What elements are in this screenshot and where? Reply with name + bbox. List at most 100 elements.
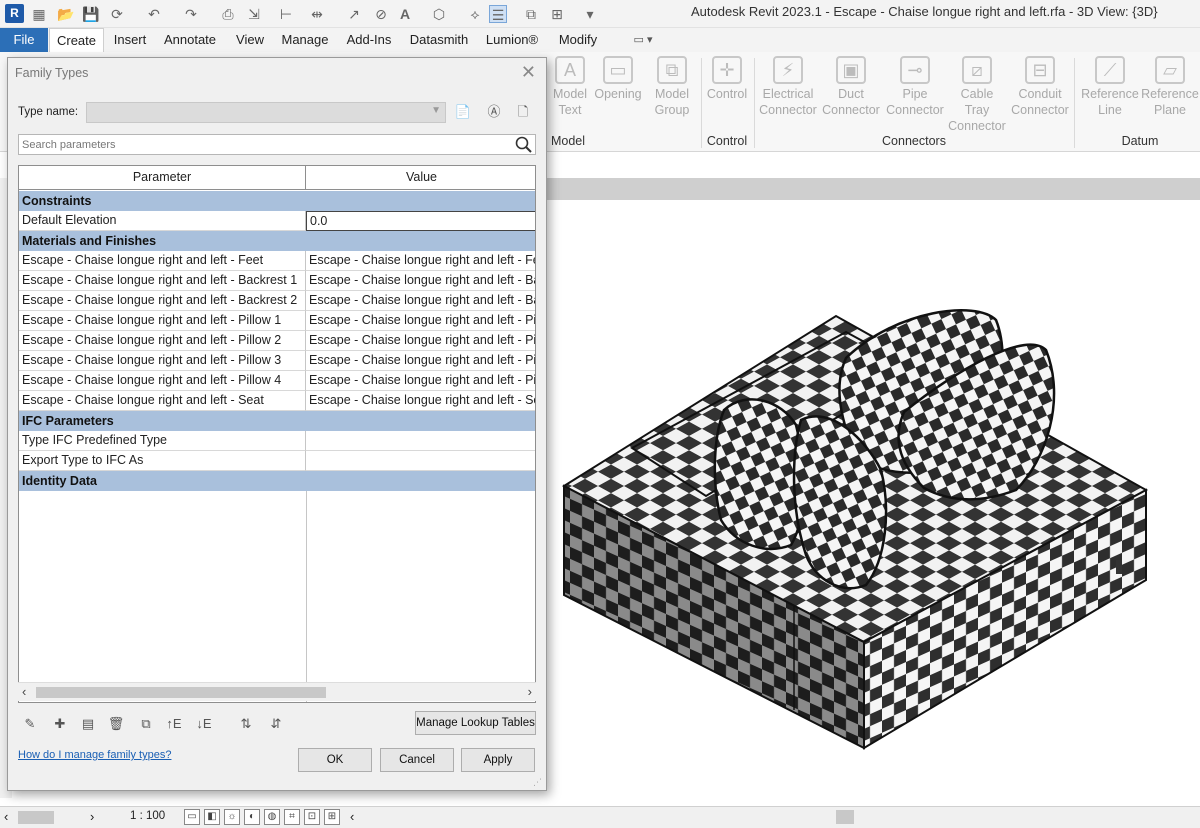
redo-icon[interactable]: ↷: [182, 5, 200, 23]
sort-ascending-icon[interactable]: ⇅: [236, 714, 256, 734]
render-icon[interactable]: ◍: [264, 809, 280, 825]
parameter-value-cell[interactable]: Escape - Chaise longue right and left - …: [306, 371, 535, 391]
parameter-row[interactable]: Export Type to IFC As: [19, 451, 535, 471]
print-icon[interactable]: ⎙: [219, 5, 237, 23]
browser-scroll-thumb[interactable]: [18, 811, 54, 824]
reference-plane-button[interactable]: ▱ Reference Plane: [1140, 56, 1200, 118]
visual-style-icon[interactable]: ◧: [204, 809, 220, 825]
dimension-icon[interactable]: ⇹: [308, 5, 326, 23]
copy-parameter-icon[interactable]: ⧉: [136, 714, 156, 734]
manage-lookup-tables-button[interactable]: Manage Lookup Tables: [415, 711, 536, 735]
close-icon[interactable]: ✕: [521, 62, 536, 83]
delete-parameter-icon[interactable]: 🗑: [106, 714, 126, 734]
control-button[interactable]: ✛ Control: [697, 56, 757, 102]
view-scroll-thumb[interactable]: [836, 810, 854, 824]
opening-button[interactable]: ▭ Opening: [588, 56, 648, 102]
leader-icon[interactable]: ⊘: [372, 5, 390, 23]
parameter-row[interactable]: Default Elevation 0.0: [19, 211, 535, 231]
help-link[interactable]: How do I manage family types?: [18, 749, 171, 761]
parameter-group-header[interactable]: IFC Parameters: [19, 411, 535, 431]
parameter-row[interactable]: Escape - Chaise longue right and left - …: [19, 271, 535, 291]
collapse-icon[interactable]: ‹: [350, 809, 354, 824]
sort-descending-icon[interactable]: ⇵: [266, 714, 286, 734]
revit-logo[interactable]: R: [5, 4, 24, 23]
column-header-parameter[interactable]: Parameter: [19, 166, 306, 190]
search-icon[interactable]: [514, 135, 534, 154]
open-icon[interactable]: 📂: [57, 5, 75, 23]
tab-annotate[interactable]: Annotate: [158, 28, 222, 52]
parameter-row[interactable]: Escape - Chaise longue right and left - …: [19, 351, 535, 371]
parameter-value-cell[interactable]: Escape - Chaise longue right and left - …: [306, 251, 535, 271]
scroll-left-icon[interactable]: ‹: [4, 809, 8, 824]
sun-path-icon[interactable]: ☼: [224, 809, 240, 825]
tab-add-ins[interactable]: Add-Ins: [341, 28, 397, 52]
scroll-right-icon[interactable]: ›: [528, 684, 532, 699]
measure-icon[interactable]: ⊢: [277, 5, 295, 23]
pipe-connector-button[interactable]: ⊸ Pipe Connector: [885, 56, 945, 118]
section-icon[interactable]: ⟡: [466, 5, 484, 23]
switch-windows-icon[interactable]: ⊞: [548, 5, 566, 23]
shadows-icon[interactable]: ◐: [244, 809, 260, 825]
parameter-row[interactable]: Escape - Chaise longue right and left - …: [19, 331, 535, 351]
export-icon[interactable]: ⇲: [245, 5, 263, 23]
3d-view-icon[interactable]: ⬡: [430, 5, 448, 23]
thin-lines-icon[interactable]: ☰: [489, 5, 507, 23]
crop-view-icon[interactable]: ⌗: [284, 809, 300, 825]
column-header-value[interactable]: Value: [306, 166, 535, 190]
scroll-thumb[interactable]: [36, 687, 326, 698]
electrical-connector-button[interactable]: ⚡ Electrical Connector: [758, 56, 818, 118]
type-name-select[interactable]: ▼: [86, 102, 446, 123]
parameter-value-cell[interactable]: Escape - Chaise longue right and left - …: [306, 311, 535, 331]
tab-insert[interactable]: Insert: [107, 28, 153, 52]
tab-modify[interactable]: Modify: [551, 28, 605, 52]
tab-view[interactable]: View: [230, 28, 270, 52]
apply-button[interactable]: Apply: [461, 748, 535, 772]
show-crop-icon[interactable]: ⊡: [304, 809, 320, 825]
move-up-icon[interactable]: ↑E: [164, 714, 184, 734]
reference-line-button[interactable]: ⟋ Reference Line: [1080, 56, 1140, 118]
parameter-row[interactable]: Escape - Chaise longue right and left - …: [19, 251, 535, 271]
parameter-value-cell[interactable]: [306, 431, 535, 451]
detail-level-icon[interactable]: ▭: [184, 809, 200, 825]
3d-view-canvas[interactable]: [546, 200, 1200, 806]
new-parameter-icon[interactable]: ✚: [50, 714, 70, 734]
tab-manage[interactable]: Manage: [277, 28, 333, 52]
undo-icon[interactable]: ↶: [145, 5, 163, 23]
parameter-value-cell[interactable]: Escape - Chaise longue right and left - …: [306, 351, 535, 371]
parameter-value-cell[interactable]: Escape - Chaise longue right and left - …: [306, 271, 535, 291]
tab-datasmith[interactable]: Datasmith: [405, 28, 473, 52]
save-icon[interactable]: 💾: [82, 5, 100, 23]
close-hidden-icon[interactable]: ⧉: [522, 5, 540, 23]
parameter-row[interactable]: Escape - Chaise longue right and left - …: [19, 391, 535, 411]
parameter-row[interactable]: Escape - Chaise longue right and left - …: [19, 291, 535, 311]
parameter-value-cell[interactable]: [306, 451, 535, 471]
lock-view-icon[interactable]: ⊞: [324, 809, 340, 825]
parameter-value-cell[interactable]: Escape - Chaise longue right and left - …: [306, 331, 535, 351]
duct-connector-button[interactable]: ▣ Duct Connector: [821, 56, 881, 118]
parameter-value-cell[interactable]: Escape - Chaise longue right and left - …: [306, 291, 535, 311]
home-icon[interactable]: ▦: [30, 5, 48, 23]
tab-lumion[interactable]: Lumion®: [481, 28, 543, 52]
move-down-icon[interactable]: ↓E: [194, 714, 214, 734]
new-type-icon[interactable]: 📄: [454, 103, 472, 121]
parameter-group-header[interactable]: Constraints: [19, 191, 535, 211]
ok-button[interactable]: OK: [298, 748, 372, 772]
cancel-button[interactable]: Cancel: [380, 748, 454, 772]
edit-formula-icon[interactable]: ✎: [20, 714, 40, 734]
parameter-value-cell[interactable]: 0.0: [306, 211, 535, 231]
parameter-row[interactable]: Type IFC Predefined Type: [19, 431, 535, 451]
parameter-group-header[interactable]: Identity Data: [19, 471, 535, 491]
scroll-right-icon[interactable]: ›: [90, 809, 94, 824]
text-icon[interactable]: A: [396, 5, 414, 23]
model-group-button[interactable]: ⧉ Model Group: [642, 56, 702, 118]
view-scale[interactable]: 1 : 100: [130, 810, 165, 822]
search-parameters-input[interactable]: [18, 134, 536, 155]
parameter-value-cell[interactable]: Escape - Chaise longue right and left - …: [306, 391, 535, 411]
parameter-group-header[interactable]: Materials and Finishes: [19, 231, 535, 251]
resize-grip-icon[interactable]: ⋰: [533, 777, 543, 787]
horizontal-scrollbar[interactable]: ‹ ›: [18, 682, 536, 701]
delete-type-icon[interactable]: 🗋: [514, 103, 532, 121]
ribbon-display-toggle-icon[interactable]: ▭ ▾: [628, 28, 658, 52]
rename-type-icon[interactable]: Ⓐ: [485, 103, 503, 121]
parameter-row[interactable]: Escape - Chaise longue right and left - …: [19, 311, 535, 331]
